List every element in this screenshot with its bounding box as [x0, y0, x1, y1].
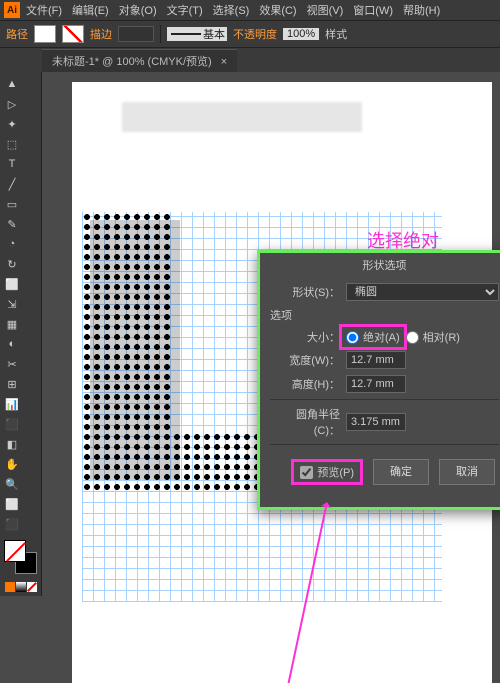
tool-10[interactable]: ⬜ [3, 275, 21, 293]
tool-20[interactable]: 🔍 [3, 475, 21, 493]
tool-7[interactable]: ✎ [3, 215, 21, 233]
tool-8[interactable]: ◔ [3, 235, 21, 253]
height-input[interactable] [346, 375, 406, 393]
menu-effect[interactable]: 效果(C) [259, 2, 296, 18]
tool-22[interactable]: ⬛ [3, 515, 21, 533]
dialog-title: 形状选项 [260, 253, 500, 277]
stroke-label: 描边 [90, 26, 112, 42]
tool-13[interactable]: ◐ [3, 335, 21, 353]
tool-16[interactable]: 📊 [3, 395, 21, 413]
fill-swatch[interactable] [34, 25, 56, 43]
tool-15[interactable]: ⊞ [3, 375, 21, 393]
menu-file[interactable]: 文件(F) [26, 2, 62, 18]
tool-2[interactable]: ✦ [3, 115, 21, 133]
separator [160, 25, 161, 43]
shape-label: 形状(S)： [270, 284, 340, 300]
menu-type[interactable]: 文字(T) [167, 2, 203, 18]
document-tab[interactable]: 未标题-1* @ 100% (CMYK/预览) × [42, 49, 237, 72]
artwork-letter [82, 212, 282, 532]
style-label: 样式 [325, 26, 347, 42]
relative-radio[interactable]: 相对(R) [406, 329, 460, 345]
shape-select[interactable]: 椭圆 [346, 283, 499, 301]
ok-button[interactable]: 确定 [373, 459, 429, 485]
tool-21[interactable]: ⬜ [3, 495, 21, 513]
color-mode-row[interactable] [4, 582, 37, 592]
menu-edit[interactable]: 编辑(E) [72, 2, 109, 18]
menu-help[interactable]: 帮助(H) [403, 2, 440, 18]
stroke-weight-input[interactable] [118, 26, 154, 42]
preview-label: 预览(P) [317, 464, 354, 480]
options-label: 选项 [270, 307, 292, 323]
color-swatches[interactable] [2, 538, 39, 576]
menu-window[interactable]: 窗口(W) [353, 2, 393, 18]
tool-3[interactable]: ⬚ [3, 135, 21, 153]
menu-view[interactable]: 视图(V) [307, 2, 344, 18]
toolbox: ▲ ▷ ✦ ⬚ T ╱ ▭ ✎ ◔ ↻ ⬜ ⇲ ▦ ◐ ✂ ⊞ 📊 ⬛ ◧ ✋ 🔍 ⬜ ⬛ [0, 72, 42, 596]
divider [270, 399, 499, 400]
close-icon[interactable]: × [221, 56, 227, 68]
cancel-button[interactable]: 取消 [439, 459, 495, 485]
radius-input[interactable] [346, 413, 406, 431]
tool-9[interactable]: ↻ [3, 255, 21, 273]
menu-object[interactable]: 对象(O) [119, 2, 157, 18]
divider [270, 444, 499, 445]
tool-4[interactable]: T [3, 155, 21, 173]
preview-checkbox[interactable] [300, 466, 313, 479]
tool-6[interactable]: ▭ [3, 195, 21, 213]
tab-title: 未标题-1* @ 100% (CMYK/预览) [52, 56, 212, 68]
width-label: 宽度(W)： [270, 352, 340, 368]
tool-14[interactable]: ✂ [3, 355, 21, 373]
menu-select[interactable]: 选择(S) [213, 2, 250, 18]
tool-1[interactable]: ▷ [3, 95, 21, 113]
tool-5[interactable]: ╱ [3, 175, 21, 193]
brush-basic[interactable]: 基本 [167, 27, 227, 41]
redacted-area [122, 102, 362, 132]
tool-11[interactable]: ⇲ [3, 295, 21, 313]
tool-17[interactable]: ⬛ [3, 415, 21, 433]
app-logo: Ai [4, 2, 20, 18]
canvas-area[interactable]: 选择绝对 形状选项 形状(S)： 椭圆 选项 大小： 绝对(A) 相对(R) 宽… [42, 72, 500, 683]
opacity-value[interactable]: 100% [283, 28, 319, 40]
height-label: 高度(H)： [270, 376, 340, 392]
radius-label: 圆角半径(C)： [270, 406, 340, 438]
tool-19[interactable]: ✋ [3, 455, 21, 473]
path-label: 路径 [6, 26, 28, 42]
tool-12[interactable]: ▦ [3, 315, 21, 333]
tool-18[interactable]: ◧ [3, 435, 21, 453]
menu-bar: Ai 文件(F) 编辑(E) 对象(O) 文字(T) 选择(S) 效果(C) 视… [0, 0, 500, 20]
options-bar: 路径 描边 基本 不透明度 100% 样式 [0, 20, 500, 48]
artboard: 选择绝对 形状选项 形状(S)： 椭圆 选项 大小： 绝对(A) 相对(R) 宽… [72, 82, 492, 683]
width-input[interactable] [346, 351, 406, 369]
tool-0[interactable]: ▲ [3, 75, 21, 93]
size-label: 大小： [270, 329, 340, 345]
shape-options-dialog: 形状选项 形状(S)： 椭圆 选项 大小： 绝对(A) 相对(R) 宽度(W)：… [257, 250, 500, 510]
absolute-radio[interactable]: 绝对(A) [346, 329, 400, 345]
opacity-label: 不透明度 [233, 26, 277, 42]
stroke-swatch[interactable] [62, 25, 84, 43]
document-tabs: 未标题-1* @ 100% (CMYK/预览) × [0, 48, 500, 72]
